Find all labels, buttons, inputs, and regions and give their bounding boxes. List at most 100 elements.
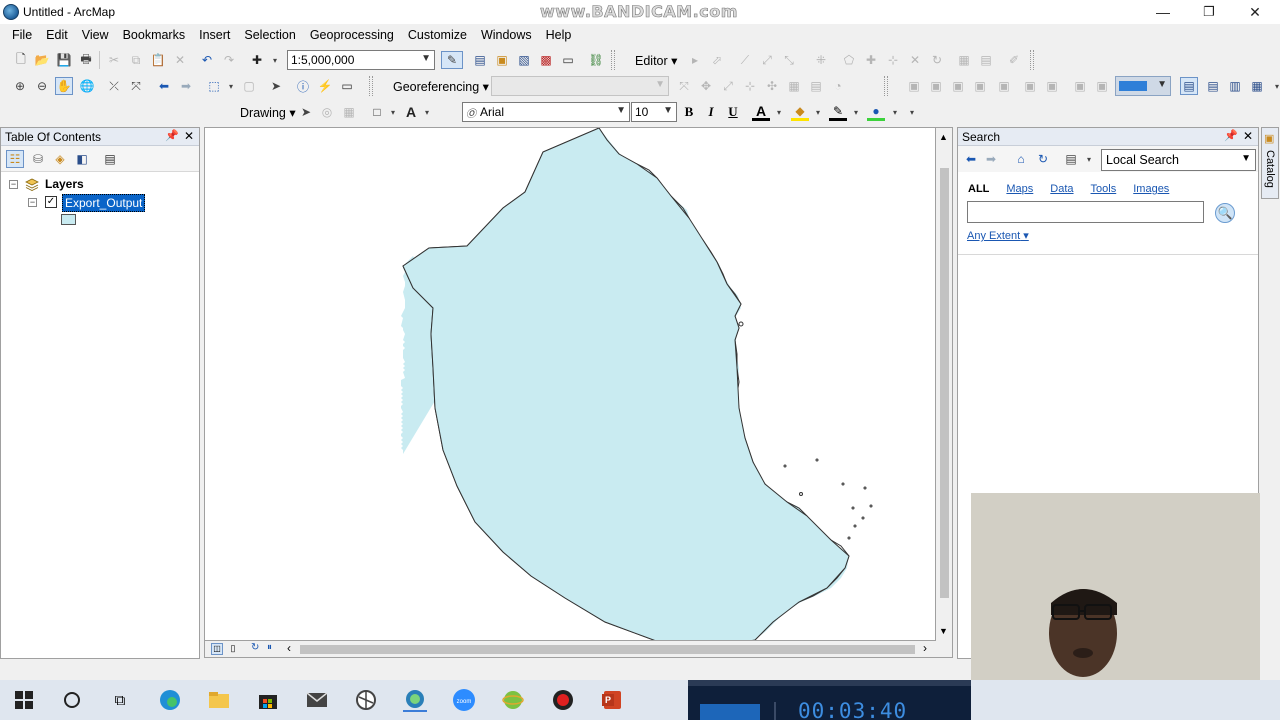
- tab-maps[interactable]: Maps: [1006, 183, 1033, 195]
- edit-annotation-icon[interactable]: ⬀: [708, 51, 726, 69]
- vertical-scroll-thumb[interactable]: [940, 168, 949, 598]
- search-options-icon[interactable]: ▤: [1062, 150, 1080, 168]
- any-extent-dropdown[interactable]: Any Extent ▾: [967, 229, 1029, 242]
- create-features-icon[interactable]: ✐: [1005, 51, 1023, 69]
- menu-edit[interactable]: Edit: [39, 28, 75, 42]
- layer-symbol-swatch[interactable]: [61, 214, 76, 225]
- line-color-dropdown-icon[interactable]: ▾: [847, 103, 865, 121]
- forward-arrow-icon[interactable]: ➡: [982, 150, 1000, 168]
- layer-visibility-checkbox[interactable]: ✓: [45, 196, 57, 208]
- fixed-zoom-out-icon[interactable]: ⤧: [127, 77, 145, 95]
- font-size-combo[interactable]: 10 ▼: [631, 102, 677, 122]
- menu-help[interactable]: Help: [539, 28, 579, 42]
- identify-icon[interactable]: ⓘ: [294, 77, 312, 95]
- earth-app-icon[interactable]: [501, 688, 525, 712]
- menu-file[interactable]: File: [5, 28, 39, 42]
- toolbar-grip[interactable]: [369, 76, 373, 96]
- viewer-icon[interactable]: ▤: [807, 77, 825, 95]
- editor-toolbar-icon[interactable]: ✎: [441, 51, 463, 69]
- menu-view[interactable]: View: [75, 28, 116, 42]
- scale-icon[interactable]: ⤢: [719, 77, 737, 95]
- scroll-down-icon[interactable]: ▼: [939, 626, 948, 636]
- map-vertical-scrollbar[interactable]: ▲ ▼: [936, 127, 953, 641]
- arcmap-app-icon[interactable]: [3, 4, 19, 20]
- edge-icon[interactable]: [158, 688, 182, 712]
- clear-selection-icon[interactable]: ▢: [240, 77, 258, 95]
- add-control-points-icon[interactable]: ⊹: [741, 77, 759, 95]
- tab-images[interactable]: Images: [1133, 183, 1169, 195]
- edit-vertices-icon[interactable]: ⬠: [840, 51, 858, 69]
- fixed-zoom-in-icon[interactable]: ⤫: [105, 77, 123, 95]
- rotate-georef-icon[interactable]: ⤧: [675, 77, 693, 95]
- mail-icon[interactable]: [305, 688, 329, 712]
- select-dropdown-icon[interactable]: ▾: [222, 77, 240, 95]
- search-input[interactable]: [967, 201, 1204, 223]
- zoom-out-icon[interactable]: ⊖: [33, 77, 51, 95]
- layer-name-export-output[interactable]: Export_Output: [62, 194, 146, 212]
- python-window-icon[interactable]: ▭: [559, 51, 577, 69]
- menu-bookmarks[interactable]: Bookmarks: [116, 28, 193, 42]
- record-icon[interactable]: [551, 688, 575, 712]
- layout-zoom-combo[interactable]: ▼: [1115, 76, 1171, 96]
- pause-drawing-icon[interactable]: ⏸: [267, 642, 272, 653]
- georeference-layer-combo[interactable]: ▼: [491, 76, 669, 96]
- list-by-source-icon[interactable]: ⛁: [29, 150, 47, 168]
- search-window-icon[interactable]: ▧: [515, 51, 533, 69]
- arcmap-taskbar-icon[interactable]: [403, 688, 427, 712]
- tab-data[interactable]: Data: [1050, 183, 1073, 195]
- layout-zoom-out-icon[interactable]: ▣: [1043, 77, 1061, 95]
- rectangle-dropdown-icon[interactable]: ▾: [384, 103, 402, 121]
- menu-selection[interactable]: Selection: [237, 28, 302, 42]
- layer-collapse-icon[interactable]: −: [28, 198, 37, 207]
- zoom-whole-page-icon[interactable]: ▣: [1093, 77, 1111, 95]
- data-view-icon[interactable]: ◫: [211, 643, 223, 655]
- catalog-side-tab[interactable]: ▣ Catalog: [1261, 127, 1279, 199]
- editor-menu[interactable]: Editor ▾: [635, 53, 677, 68]
- sketch-properties-icon[interactable]: ▤: [977, 51, 995, 69]
- map-display[interactable]: [204, 127, 936, 641]
- save-icon[interactable]: 💾: [55, 51, 73, 69]
- end-point-arc-icon[interactable]: ⤢: [758, 51, 776, 69]
- text-dropdown-icon[interactable]: ▾: [418, 103, 436, 121]
- html-popup-icon[interactable]: ▭: [338, 77, 356, 95]
- back-extent-icon[interactable]: ⬅: [155, 77, 173, 95]
- bold-button[interactable]: B: [680, 103, 698, 121]
- toggle-draft-mode-icon[interactable]: ▤: [1180, 77, 1198, 95]
- reshape-icon[interactable]: ✚: [862, 51, 880, 69]
- pan-icon[interactable]: ✋: [55, 77, 73, 95]
- italic-button[interactable]: I: [702, 103, 720, 121]
- back-arrow-icon[interactable]: ⬅: [962, 150, 980, 168]
- list-by-visibility-icon[interactable]: ◈: [51, 150, 69, 168]
- scroll-up-icon[interactable]: ▲: [939, 132, 948, 142]
- font-color-button[interactable]: A: [752, 103, 770, 121]
- restore-button[interactable]: ❐: [1186, 0, 1232, 24]
- zoom-icon[interactable]: zoom: [452, 688, 476, 712]
- rotate-icon[interactable]: ↻: [928, 51, 946, 69]
- home-icon[interactable]: ⌂: [1012, 150, 1030, 168]
- layout-zoom-in-icon[interactable]: ▣: [1021, 77, 1039, 95]
- tab-all[interactable]: ALL: [968, 183, 989, 195]
- tab-tools[interactable]: Tools: [1091, 183, 1117, 195]
- print-icon[interactable]: 🖶: [77, 51, 95, 69]
- toolbar-grip[interactable]: [611, 50, 615, 70]
- marker-color-dropdown-icon[interactable]: ▾: [886, 103, 904, 121]
- line-color-icon[interactable]: ✎: [829, 103, 847, 121]
- link-table-icon[interactable]: ▦: [785, 77, 803, 95]
- layers-root-label[interactable]: Layers: [45, 177, 84, 191]
- close-button[interactable]: ✕: [1232, 0, 1278, 24]
- straight-segment-icon[interactable]: ⟋: [736, 51, 754, 69]
- search-scope-combo[interactable]: Local Search ▼: [1101, 149, 1256, 171]
- map-scale-combo[interactable]: 1:5,000,000 ▼: [287, 50, 435, 70]
- toc-close-icon[interactable]: ✕: [184, 129, 194, 143]
- underline-button[interactable]: U: [724, 103, 742, 121]
- toc-window-icon[interactable]: ▤: [471, 51, 489, 69]
- add-data-dropdown-icon[interactable]: ▾: [266, 51, 284, 69]
- redo-icon[interactable]: ↷: [220, 51, 238, 69]
- georeferencing-menu[interactable]: Georeferencing ▾: [393, 79, 489, 94]
- undo-icon[interactable]: ↶: [198, 51, 216, 69]
- change-layout-icon[interactable]: ▥: [1226, 77, 1244, 95]
- arctoolbox-icon[interactable]: ▩: [537, 51, 555, 69]
- full-extent-icon[interactable]: 🌐: [78, 77, 96, 95]
- select-elements-icon[interactable]: ➤: [297, 103, 315, 121]
- delete-icon[interactable]: ✕: [171, 51, 189, 69]
